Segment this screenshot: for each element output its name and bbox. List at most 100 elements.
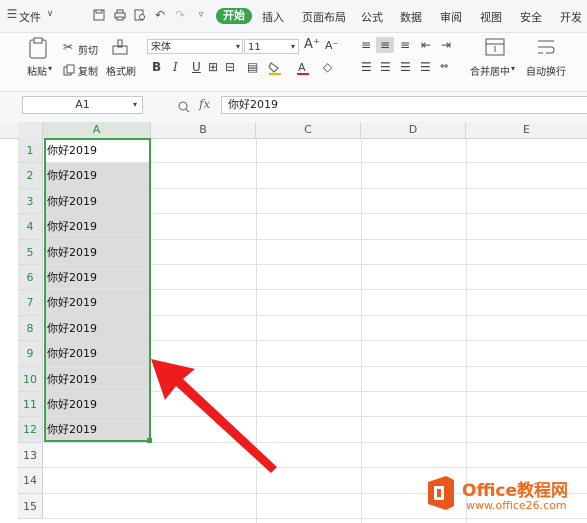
- align-right-icon[interactable]: ☰: [400, 60, 411, 74]
- column-header-b[interactable]: B: [151, 122, 256, 138]
- grid-line: [150, 213, 587, 214]
- wrap-text-button[interactable]: 自动换行: [526, 63, 566, 78]
- font-name-dropdown-icon[interactable]: ▾: [236, 40, 240, 54]
- grid-line: [150, 289, 587, 290]
- svg-text:A: A: [298, 61, 306, 74]
- column-header-a[interactable]: A: [43, 122, 151, 138]
- row-header[interactable]: 12: [18, 417, 43, 443]
- copy-button[interactable]: 复制: [78, 63, 98, 78]
- paste-icon[interactable]: [28, 37, 48, 63]
- align-bottom-icon[interactable]: ≡: [400, 38, 410, 52]
- borders-icon[interactable]: ⊟: [225, 60, 235, 74]
- format-painter-icon[interactable]: [111, 38, 129, 62]
- align-top-icon[interactable]: ≡: [361, 38, 371, 52]
- decrease-indent-icon[interactable]: ⇤: [421, 38, 431, 52]
- justify-icon[interactable]: ☰: [420, 60, 431, 74]
- tab-insert[interactable]: 插入: [262, 9, 284, 25]
- hamburger-menu-icon[interactable]: ☰: [6, 8, 18, 20]
- align-left-icon[interactable]: ☰: [361, 60, 372, 74]
- row-header[interactable]: 3: [18, 189, 43, 214]
- quick-access-dropdown-icon[interactable]: ▿: [195, 9, 207, 21]
- wrap-text-icon[interactable]: [536, 38, 556, 60]
- italic-button[interactable]: I: [173, 60, 178, 74]
- cell-a13[interactable]: [44, 443, 151, 468]
- chevron-down-icon[interactable]: ∨: [44, 8, 56, 20]
- redo-icon[interactable]: ↷: [174, 9, 186, 21]
- format-painter-button[interactable]: 格式刷: [106, 63, 136, 78]
- cell-a15[interactable]: [44, 494, 151, 519]
- office-logo-icon: [424, 474, 458, 516]
- zoom-search-icon[interactable]: [178, 98, 190, 117]
- row-header[interactable]: 10: [18, 367, 43, 392]
- undo-icon[interactable]: ↶: [154, 9, 166, 21]
- increase-indent-icon[interactable]: ⇥: [441, 38, 451, 52]
- print-icon[interactable]: [114, 9, 126, 21]
- save-icon[interactable]: [93, 9, 105, 21]
- align-center-icon[interactable]: ☰: [380, 60, 391, 74]
- row-header[interactable]: 1: [18, 138, 43, 163]
- row-header[interactable]: 6: [18, 265, 43, 290]
- fill-color-icon[interactable]: [268, 60, 282, 75]
- font-color-icon[interactable]: A: [296, 60, 310, 75]
- grid-line: [150, 315, 587, 316]
- font-name-select[interactable]: 宋体: [147, 39, 243, 54]
- copy-icon[interactable]: [63, 61, 75, 80]
- grid-line: [150, 340, 587, 341]
- underline-button[interactable]: U: [192, 60, 201, 74]
- file-menu[interactable]: 文件: [19, 9, 41, 25]
- align-middle-glyph-icon: ≡: [380, 38, 391, 52]
- scissors-icon[interactable]: ✂: [63, 40, 73, 54]
- grid-line: [150, 264, 587, 265]
- bold-button[interactable]: B: [152, 60, 161, 74]
- column-header-e[interactable]: E: [466, 122, 587, 138]
- tab-data[interactable]: 数据: [400, 9, 422, 25]
- merge-dropdown-icon[interactable]: ▾: [511, 62, 515, 76]
- merge-center-button[interactable]: 合并居中: [470, 63, 510, 78]
- merge-center-icon[interactable]: [485, 38, 505, 60]
- watermark-url: www.office26.com: [466, 499, 567, 512]
- tab-developer[interactable]: 开发: [560, 9, 582, 25]
- row-header[interactable]: 8: [18, 316, 43, 341]
- select-all-corner[interactable]: [18, 122, 43, 138]
- paste-dropdown-icon[interactable]: ▾: [48, 62, 52, 76]
- tab-formulas[interactable]: 公式: [361, 9, 383, 25]
- fx-icon[interactable]: fx: [199, 97, 210, 111]
- font-size-dropdown-icon[interactable]: ▾: [291, 40, 295, 54]
- cell-a14[interactable]: [44, 468, 151, 494]
- grid-line: [466, 138, 467, 523]
- grid-line: [150, 188, 587, 189]
- column-header-c[interactable]: C: [256, 122, 361, 138]
- row-header[interactable]: 14: [18, 468, 43, 494]
- row-header[interactable]: 7: [18, 290, 43, 316]
- row-header[interactable]: 11: [18, 392, 43, 417]
- distribute-icon[interactable]: ⇔: [440, 60, 448, 74]
- clear-format-icon[interactable]: ◇: [323, 60, 332, 74]
- row-header[interactable]: 15: [18, 494, 43, 519]
- tab-home[interactable]: 开始: [216, 8, 252, 24]
- row-header[interactable]: 13: [18, 443, 43, 468]
- increase-font-size-icon[interactable]: A⁺: [304, 38, 320, 52]
- row-header[interactable]: 9: [18, 341, 43, 367]
- paste-button[interactable]: 粘贴: [27, 63, 47, 78]
- grid-line: [150, 162, 587, 163]
- row-header[interactable]: 2: [18, 163, 43, 189]
- selection-range: [44, 138, 151, 442]
- formula-input[interactable]: 你好2019: [221, 96, 587, 114]
- cell-style-icon[interactable]: ▤: [247, 60, 258, 74]
- tab-review[interactable]: 审阅: [440, 9, 462, 25]
- row-header[interactable]: 4: [18, 214, 43, 240]
- print-preview-icon[interactable]: [134, 9, 146, 21]
- grid-line: [361, 138, 362, 523]
- strikethrough-icon[interactable]: ⊞: [208, 60, 218, 74]
- row-header[interactable]: 5: [18, 240, 43, 265]
- column-header-d[interactable]: D: [361, 122, 466, 138]
- decrease-font-size-icon[interactable]: A⁻: [325, 39, 338, 53]
- grid-line: [150, 518, 587, 519]
- cut-button[interactable]: 剪切: [78, 42, 98, 57]
- tab-view[interactable]: 视图: [480, 9, 502, 25]
- grid-line: [150, 239, 587, 240]
- tab-page-layout[interactable]: 页面布局: [302, 9, 346, 25]
- name-box-dropdown-icon[interactable]: ▾: [133, 98, 137, 112]
- tab-security[interactable]: 安全: [520, 9, 542, 25]
- name-box[interactable]: A1: [22, 96, 143, 114]
